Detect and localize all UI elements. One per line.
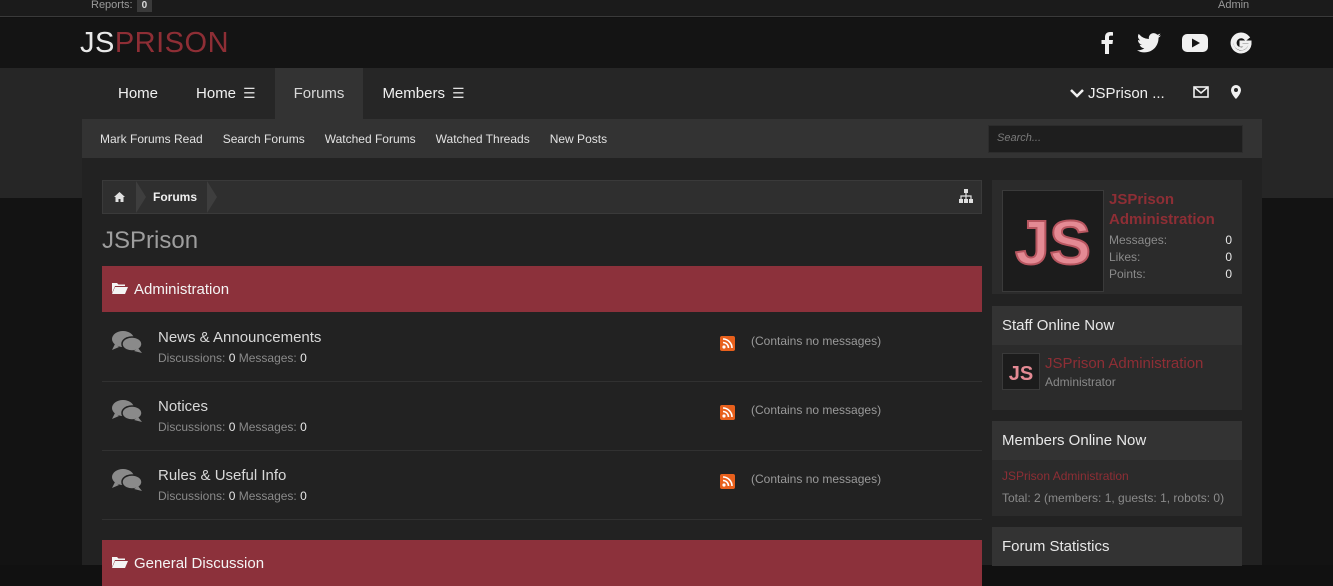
comments-icon: [111, 330, 143, 359]
comments-icon: [111, 399, 143, 428]
category-header-general-discussion[interactable]: General Discussion: [102, 540, 982, 586]
forum-stats: Discussions: 0 Messages: 0: [158, 489, 307, 503]
mark-forums-read-link[interactable]: Mark Forums Read: [100, 132, 203, 146]
avatar[interactable]: JS: [1002, 353, 1040, 390]
last-post-info: (Contains no messages): [751, 334, 882, 348]
profile-username[interactable]: JSPrison Administration: [1109, 190, 1234, 230]
search-forums-link[interactable]: Search Forums: [223, 132, 305, 146]
staff-username[interactable]: JSPrison Administration: [1045, 355, 1203, 372]
page-title: JSPrison: [102, 227, 199, 254]
breadcrumb-separator: [207, 181, 217, 213]
comments-icon: [111, 468, 143, 497]
admin-link[interactable]: Admin: [1218, 0, 1249, 11]
page-gutter-left: [0, 198, 82, 565]
staff-role: Administrator: [1045, 375, 1116, 389]
forum-row[interactable]: Rules & Useful Info Discussions: 0 Messa…: [102, 450, 982, 520]
map-marker-icon[interactable]: [1230, 84, 1241, 103]
stat-value: 0: [1225, 250, 1232, 264]
avatar[interactable]: JS: [1002, 190, 1104, 292]
forum-title[interactable]: Notices: [158, 398, 208, 415]
forum-stats: Discussions: 0 Messages: 0: [158, 351, 307, 365]
stat-label: Points:: [1109, 267, 1146, 281]
google-icon[interactable]: [1228, 30, 1254, 56]
forum-stats: Discussions: 0 Messages: 0: [158, 420, 307, 434]
page-gutter-right: [1262, 198, 1333, 565]
stat-value: 0: [1225, 267, 1232, 281]
user-menu-label[interactable]: JSPrison ...: [1088, 85, 1165, 102]
last-post-info: (Contains no messages): [751, 403, 882, 417]
youtube-icon[interactable]: [1182, 30, 1208, 56]
category-header-administration[interactable]: Administration: [102, 266, 982, 312]
watched-forums-link[interactable]: Watched Forums: [325, 132, 416, 146]
breadcrumb-separator: [136, 181, 146, 213]
nav-home-menu[interactable]: Home ☰: [177, 68, 275, 119]
breadcrumb-forums[interactable]: Forums: [153, 190, 197, 204]
members-online-total: Total: 2 (members: 1, guests: 1, robots:…: [1002, 491, 1225, 505]
nav-forums[interactable]: Forums: [274, 68, 364, 119]
envelope-icon[interactable]: [1192, 85, 1209, 102]
new-posts-link[interactable]: New Posts: [550, 132, 607, 146]
folder-open-icon: [112, 281, 128, 298]
stat-label: Messages:: [1109, 233, 1168, 247]
watched-threads-link[interactable]: Watched Threads: [436, 132, 530, 146]
forum-row[interactable]: News & Announcements Discussions: 0 Mess…: [102, 312, 982, 382]
chevron-down-icon[interactable]: [1070, 85, 1084, 102]
forum-row[interactable]: Notices Discussions: 0 Messages: 0 (Cont…: [102, 381, 982, 451]
rss-icon[interactable]: [720, 474, 735, 489]
rss-icon[interactable]: [720, 405, 735, 420]
search-input[interactable]: Search...: [988, 125, 1243, 153]
staff-online-box: Staff Online Now JS JSPrison Administrat…: [992, 306, 1242, 410]
stat-label: Likes:: [1109, 250, 1141, 264]
facebook-icon[interactable]: [1094, 30, 1120, 56]
reports-link[interactable]: Reports: 0: [91, 0, 153, 12]
forum-title[interactable]: Rules & Useful Info: [158, 467, 286, 484]
stat-value: 0: [1225, 233, 1232, 247]
breadcrumb: Forums: [102, 180, 982, 214]
sitemap-icon[interactable]: [959, 189, 973, 208]
nav-members[interactable]: Members ☰: [363, 68, 483, 119]
forum-statistics-box: Forum Statistics: [992, 527, 1242, 566]
menu-icon[interactable]: ☰: [452, 85, 465, 102]
svg-text:JS: JS: [1009, 363, 1033, 383]
top-bar: Reports: 0 Admin: [0, 0, 1333, 17]
forum-statistics-title: Forum Statistics: [992, 527, 1242, 566]
svg-text:JS: JS: [1015, 209, 1091, 276]
staff-online-title: Staff Online Now: [992, 306, 1242, 345]
members-online-title: Members Online Now: [992, 421, 1242, 460]
site-logo[interactable]: JSPRISON: [80, 25, 229, 61]
profile-box: JS JSPrison Administration Messages: 0 L…: [992, 180, 1242, 294]
twitter-icon[interactable]: [1136, 30, 1162, 56]
folder-open-icon: [112, 555, 128, 572]
member-online-link[interactable]: JSPrison Administration: [1002, 469, 1129, 483]
home-icon[interactable]: [103, 181, 136, 213]
site-header: JSPRISON: [0, 18, 1333, 68]
rss-icon[interactable]: [720, 336, 735, 351]
forum-title[interactable]: News & Announcements: [158, 329, 321, 346]
reports-count-badge: 0: [136, 0, 153, 12]
user-nav: JSPrison ...: [1070, 68, 1241, 119]
nav-home[interactable]: Home: [82, 68, 177, 119]
last-post-info: (Contains no messages): [751, 472, 882, 486]
menu-icon[interactable]: ☰: [243, 85, 256, 102]
members-online-box: Members Online Now JSPrison Administrati…: [992, 421, 1242, 516]
